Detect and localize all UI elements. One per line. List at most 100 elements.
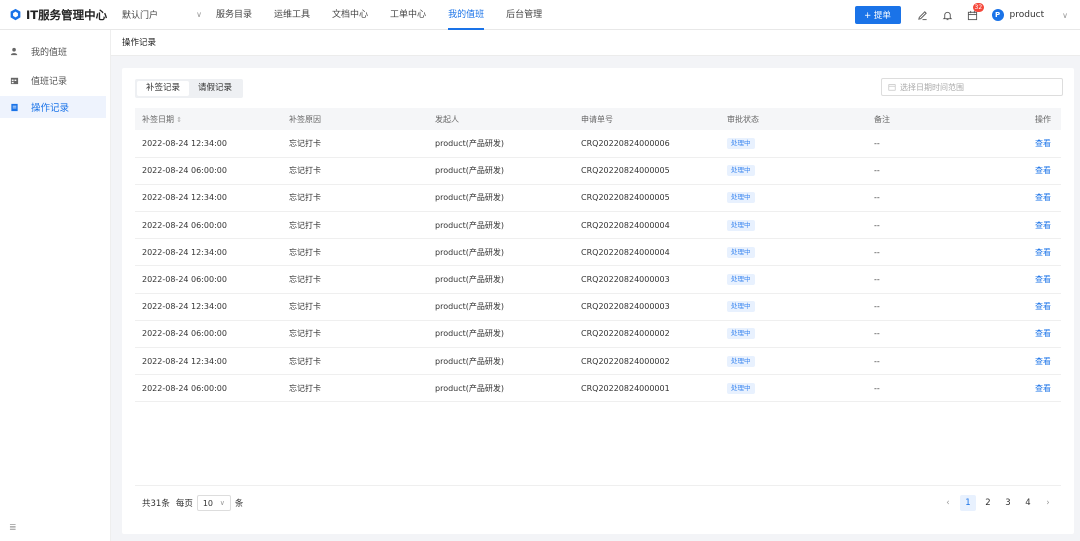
status-badge: 处理中	[727, 382, 755, 394]
user-menu[interactable]: P product ∨	[991, 9, 1068, 21]
table-cell: 2022-08-24 06:00:00	[135, 320, 282, 349]
submit-ticket-button[interactable]: + 提单	[854, 6, 901, 24]
table-cell: 处理中	[720, 293, 867, 321]
cell-text: --	[874, 329, 880, 339]
column-header: 审批状态	[720, 108, 867, 130]
breadcrumb: 操作记录	[111, 30, 1080, 56]
calendar-icon	[10, 77, 19, 84]
portal-select[interactable]: 默认门户 ∨	[122, 8, 202, 21]
cell-text: product(产品研发)	[435, 356, 505, 366]
table-cell: 忘记打卡	[282, 211, 428, 240]
cell-text: 忘记打卡	[289, 275, 321, 285]
page-button[interactable]: 3	[1000, 495, 1016, 511]
table-cell: 查看	[1014, 293, 1061, 321]
view-link[interactable]: 查看	[1035, 384, 1051, 393]
view-link[interactable]: 查看	[1035, 166, 1051, 175]
column-header: 补签原因	[282, 108, 428, 130]
nav-item[interactable]: 我的值班	[448, 0, 485, 30]
view-link[interactable]: 查看	[1035, 193, 1051, 202]
calendar-icon	[888, 84, 896, 91]
table-cell: 2022-08-24 06:00:00	[135, 211, 282, 240]
cell-text: --	[874, 302, 880, 312]
cell-text: product(产品研发)	[435, 275, 505, 285]
nav-item[interactable]: 服务目录	[216, 0, 252, 30]
username: product	[1009, 10, 1045, 20]
cell-text: CRQ20220824000003	[581, 275, 670, 285]
collapse-sidebar-icon[interactable]: ≣	[9, 523, 17, 533]
tab-leave-records[interactable]: 请假记录	[189, 81, 241, 96]
bell-icon[interactable]	[942, 9, 954, 21]
nav-item[interactable]: 后台管理	[506, 0, 542, 30]
cell-text: CRQ20220824000005	[581, 166, 670, 176]
cell-text: 忘记打卡	[289, 166, 321, 176]
nav-item[interactable]: 文档中心	[332, 0, 368, 30]
table-cell: 查看	[1014, 347, 1061, 376]
view-link[interactable]: 查看	[1035, 139, 1051, 148]
view-link[interactable]: 查看	[1035, 357, 1051, 366]
table-cell: CRQ20220824000003	[574, 265, 720, 294]
cell-text: product(产品研发)	[435, 302, 505, 312]
table-cell: CRQ20220824000005	[574, 157, 720, 185]
sort-icon[interactable]: ⇕	[174, 116, 182, 124]
page-button[interactable]: 4	[1020, 495, 1036, 511]
nav-item[interactable]: 工单中心	[390, 0, 426, 30]
table-cell: product(产品研发)	[428, 265, 574, 294]
view-link[interactable]: 查看	[1035, 275, 1051, 284]
sidebar-item-duty-records[interactable]: 值班记录	[0, 69, 106, 91]
view-link[interactable]: 查看	[1035, 221, 1051, 230]
edit-icon[interactable]	[917, 9, 929, 21]
table-cell: 查看	[1014, 211, 1061, 240]
table-cell: CRQ20220824000004	[574, 238, 720, 267]
table-cell: 忘记打卡	[282, 265, 428, 294]
table-row: 2022-08-24 12:34:00 忘记打卡 product(产品研发) CRQ2…	[135, 238, 1061, 267]
cell-text: 忘记打卡	[289, 138, 321, 148]
nav-item[interactable]: 运维工具	[274, 0, 310, 30]
table-cell: --	[867, 184, 1014, 213]
column-header[interactable]: 补签日期 ⇕	[135, 108, 282, 130]
page-button[interactable]: 2	[980, 495, 996, 511]
cell-text: 忘记打卡	[289, 220, 321, 230]
sidebar-item-label: 我的值班	[31, 47, 68, 58]
sidebar-item-label: 操作记录	[31, 103, 70, 114]
table-cell: 处理中	[720, 157, 867, 185]
document-icon	[11, 103, 18, 111]
cell-text: 2022-08-24 12:34:00	[142, 138, 227, 148]
divider	[135, 485, 1061, 486]
column-header-label: 申请单号	[581, 114, 613, 124]
prev-page-button[interactable]: ‹	[940, 495, 956, 511]
table-cell: 忘记打卡	[282, 157, 428, 185]
page-button[interactable]: 1	[960, 495, 976, 511]
table-cell: 2022-08-24 12:34:00	[135, 238, 282, 267]
next-page-button[interactable]: ›	[1040, 495, 1056, 511]
date-range-placeholder: 选择日期时间范围	[900, 82, 964, 92]
view-link[interactable]: 查看	[1035, 329, 1051, 338]
sidebar-item-my-duty[interactable]: 我的值班	[0, 40, 106, 62]
cell-text: 2022-08-24 06:00:00	[142, 329, 227, 339]
table-row: 2022-08-24 06:00:00 忘记打卡 product(产品研发) CRQ2…	[135, 320, 1061, 349]
sidebar-item-operation-records[interactable]: 操作记录	[0, 96, 106, 118]
cell-text: --	[874, 193, 880, 203]
column-header: 发起人	[428, 108, 574, 130]
table-cell: 忘记打卡	[282, 238, 428, 267]
view-link[interactable]: 查看	[1035, 248, 1051, 257]
table-cell: CRQ20220824000005	[574, 184, 720, 213]
cell-text: 忘记打卡	[289, 329, 321, 339]
table-cell: 处理中	[720, 184, 867, 213]
cell-text: product(产品研发)	[435, 329, 505, 339]
table-cell: product(产品研发)	[428, 320, 574, 349]
tab-makeup-records[interactable]: 补签记录	[137, 81, 190, 96]
page-size-select[interactable]: 10 ∨	[196, 495, 231, 511]
column-header-label: 操作	[1035, 114, 1051, 124]
column-header-label: 补签日期	[142, 114, 174, 124]
table-cell: 查看	[1014, 265, 1061, 294]
date-range-picker[interactable]: 选择日期时间范围	[881, 78, 1063, 96]
logo[interactable]: IT服务管理中心	[0, 0, 112, 30]
sidebar-item-label: 值班记录	[31, 76, 68, 87]
pagination: ‹ 1 2 3 4 ›	[936, 495, 1056, 511]
cell-text: --	[874, 247, 880, 257]
calendar-notification-icon[interactable]: 32	[967, 3, 985, 21]
status-badge: 处理中	[727, 246, 755, 258]
cell-text: 2022-08-24 12:34:00	[142, 193, 227, 203]
table-cell: 2022-08-24 06:00:00	[135, 157, 282, 185]
view-link[interactable]: 查看	[1035, 302, 1051, 311]
